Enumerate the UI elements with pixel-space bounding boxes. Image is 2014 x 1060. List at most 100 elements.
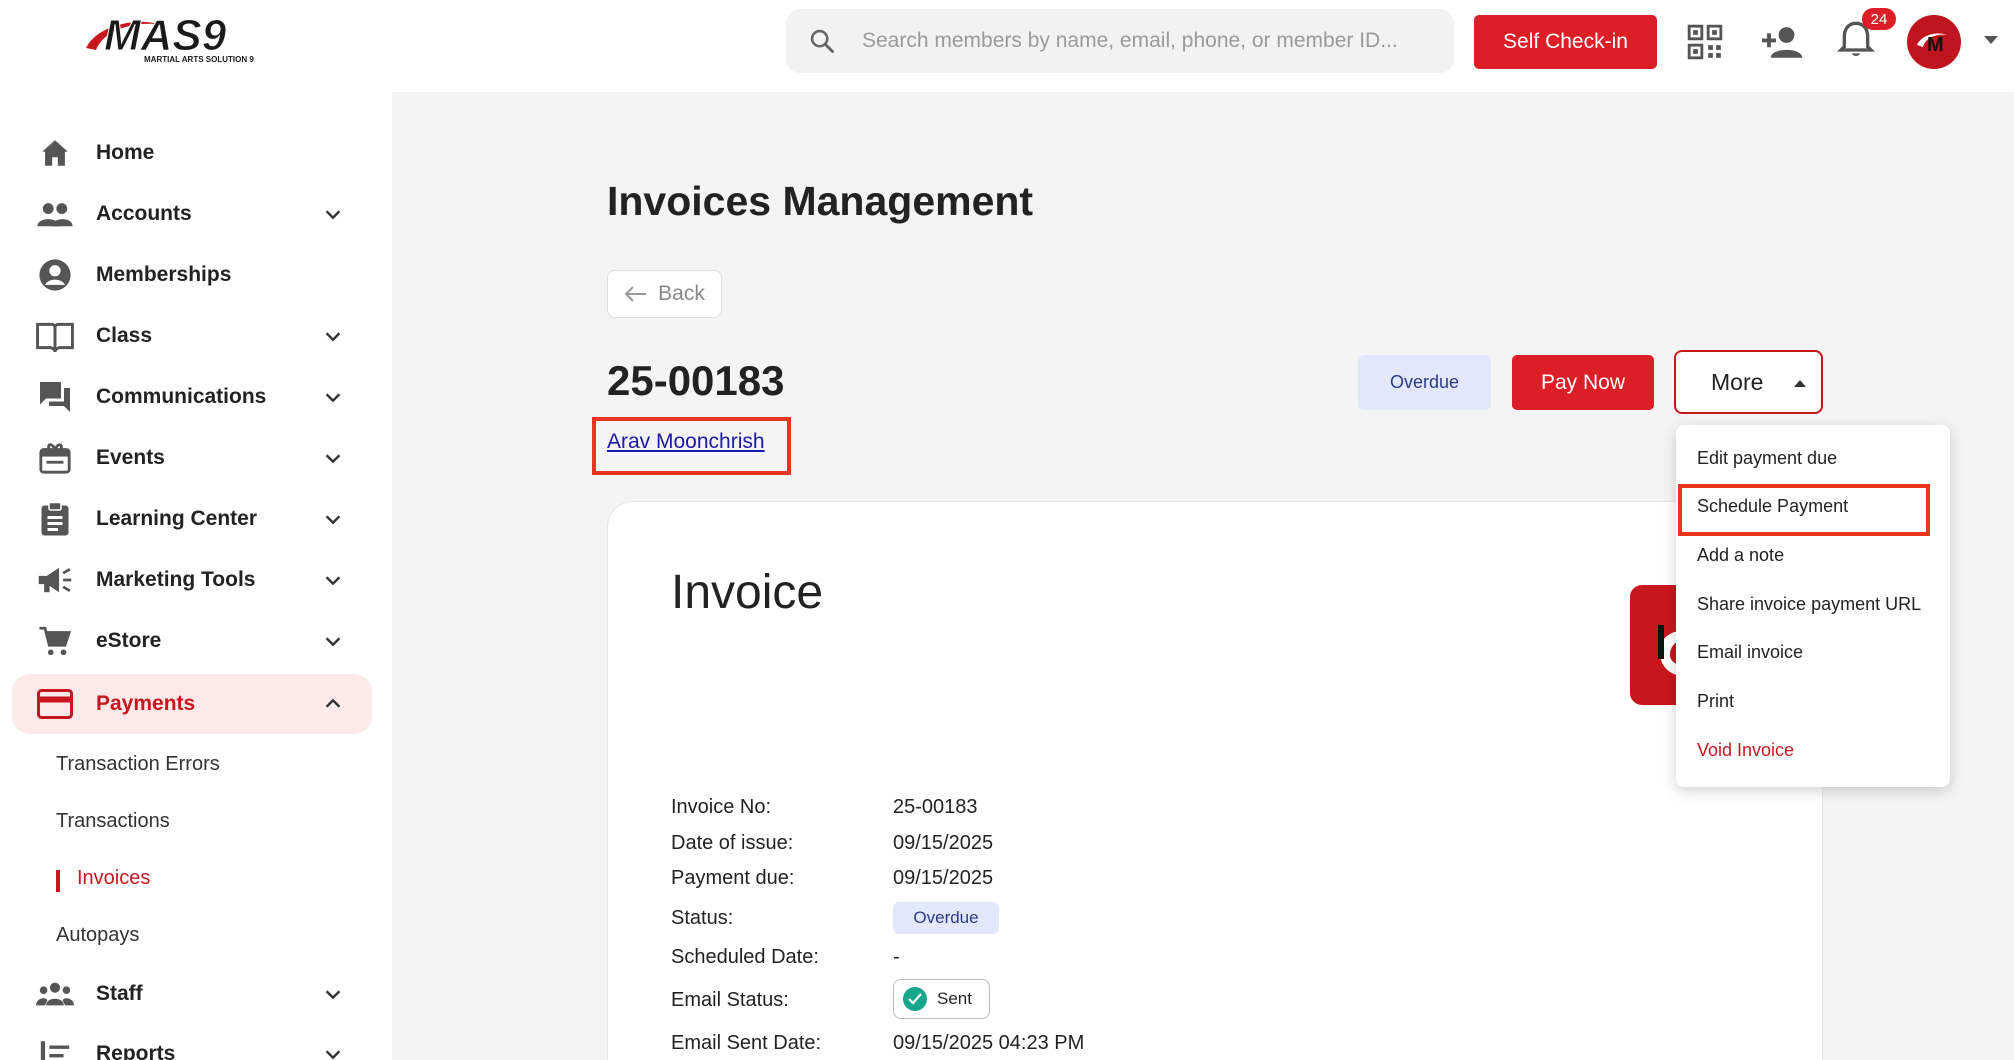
menu-item-void-invoice[interactable]: Void Invoice	[1697, 740, 1794, 761]
sidebar-item-marketing-tools[interactable]: Marketing Tools	[12, 550, 372, 610]
calendar-gift-icon	[36, 439, 74, 477]
sidebar-item-estore[interactable]: eStore	[12, 611, 372, 671]
back-button[interactable]: Back	[607, 270, 722, 318]
sidebar-item-label: Marketing Tools	[96, 568, 256, 591]
payment-due-value: 09/15/2025	[893, 867, 994, 889]
home-icon	[36, 134, 74, 172]
invoice-card-title: Invoice	[671, 566, 824, 619]
menu-item-edit-payment-due[interactable]: Edit payment due	[1697, 448, 1837, 469]
page-title: Invoices Management	[607, 178, 1034, 224]
sidebar-item-label: Staff	[96, 982, 143, 1005]
sidebar-item-communications[interactable]: Communications	[12, 367, 372, 427]
credit-card-icon	[36, 685, 74, 723]
sidebar-item-class[interactable]: Class	[12, 306, 372, 366]
search-icon	[810, 29, 834, 53]
sidebar-item-events[interactable]: Events	[12, 428, 372, 488]
sidebar-item-memberships[interactable]: Memberships	[12, 245, 372, 305]
mas9-logo[interactable]: MAS9 MARTIAL ARTS SOLUTION 9	[78, 10, 292, 70]
caret-up-icon	[1794, 380, 1806, 387]
chevron-down-icon	[325, 990, 341, 1000]
sidebar-item-home[interactable]: Home	[12, 123, 372, 183]
date-of-issue-value: 09/15/2025	[893, 832, 994, 854]
book-icon	[36, 317, 74, 355]
payment-due-label: Payment due:	[671, 867, 795, 889]
cart-icon	[36, 622, 74, 660]
arrow-left-icon	[624, 286, 647, 302]
menu-item-print[interactable]: Print	[1697, 691, 1734, 712]
menu-item-add-note[interactable]: Add a note	[1697, 545, 1784, 566]
active-indicator	[56, 870, 60, 892]
people-icon	[36, 195, 74, 233]
sidebar-item-payments[interactable]: Payments	[12, 674, 372, 734]
chat-icon	[36, 378, 74, 416]
sidebar-subitem-autopays[interactable]: Autopays	[56, 924, 139, 947]
invoice-no-value: 25-00183	[893, 796, 978, 818]
check-circle-icon	[903, 987, 927, 1011]
self-checkin-button[interactable]: Self Check-in	[1474, 15, 1657, 69]
date-of-issue-label: Date of issue:	[671, 832, 794, 854]
sidebar-item-label: Events	[96, 446, 165, 469]
email-sent-date-value: 09/15/2025 04:23 PM	[893, 1032, 1085, 1054]
highlight-box	[592, 417, 791, 475]
notification-count-badge: 24	[1862, 8, 1896, 30]
sidebar-item-label: Communications	[96, 385, 267, 408]
email-status-badge: Sent	[893, 979, 990, 1019]
scheduled-date-label: Scheduled Date:	[671, 946, 819, 968]
sidebar-item-reports[interactable]: Reports	[12, 1024, 372, 1060]
sidebar-subitem-transaction-errors[interactable]: Transaction Errors	[56, 753, 220, 776]
chevron-up-icon	[325, 698, 341, 708]
sidebar-subitem-invoices[interactable]: Invoices	[77, 867, 150, 890]
chevron-down-icon[interactable]	[1984, 36, 1998, 44]
megaphone-icon	[36, 561, 74, 599]
add-person-icon[interactable]	[1760, 21, 1806, 63]
sidebar-item-learning-center[interactable]: Learning Center	[12, 489, 372, 549]
qr-code-icon[interactable]	[1686, 23, 1724, 61]
sidebar-item-staff[interactable]: Staff	[12, 964, 372, 1024]
invoice-no-label: Invoice No:	[671, 796, 772, 818]
logo-text: MAS9	[104, 11, 227, 60]
chevron-down-icon	[325, 332, 341, 342]
sidebar-item-label: Learning Center	[96, 507, 258, 530]
chevron-down-icon	[325, 576, 341, 586]
status-badge: Overdue	[1358, 355, 1491, 410]
status-label: Status:	[671, 907, 734, 929]
chevron-down-icon	[325, 393, 341, 403]
menu-item-email-invoice[interactable]: Email invoice	[1697, 642, 1803, 663]
sidebar-item-label: Home	[96, 141, 155, 164]
highlight-box	[1678, 484, 1930, 536]
email-sent-date-label: Email Sent Date:	[671, 1032, 822, 1054]
sidebar-item-label: Payments	[96, 692, 196, 715]
search-input[interactable]	[862, 29, 1422, 53]
clipboard-icon	[36, 500, 74, 538]
sidebar-item-accounts[interactable]: Accounts	[12, 184, 372, 244]
status-value-badge: Overdue	[893, 902, 999, 934]
sidebar-item-label: Memberships	[96, 263, 232, 286]
pay-now-button[interactable]: Pay Now	[1512, 355, 1654, 410]
more-menu: Edit payment due Schedule Payment Add a …	[1676, 425, 1950, 787]
invoice-number-heading: 25-00183	[607, 357, 785, 404]
chevron-down-icon	[325, 454, 341, 464]
email-status-label: Email Status:	[671, 989, 789, 1011]
chevron-down-icon	[325, 210, 341, 220]
avatar[interactable]: M	[1907, 15, 1961, 69]
chevron-down-icon	[325, 515, 341, 525]
chevron-down-icon	[325, 1050, 341, 1060]
sidebar-item-label: Reports	[96, 1042, 176, 1060]
group-icon	[36, 975, 74, 1013]
sidebar-subitem-transactions[interactable]: Transactions	[56, 810, 170, 833]
account-circle-icon	[36, 256, 74, 294]
email-status-value: Sent	[937, 989, 972, 1008]
back-label: Back	[658, 282, 705, 305]
top-header: MAS9 MARTIAL ARTS SOLUTION 9 Self Check-…	[0, 0, 2014, 92]
scheduled-date-value: -	[893, 946, 900, 968]
sidebar: Home Accounts Memberships Class Communic…	[0, 92, 392, 1060]
chevron-down-icon	[325, 637, 341, 647]
member-search[interactable]	[786, 9, 1454, 73]
more-label: More	[1711, 368, 1764, 395]
list-icon	[36, 1035, 74, 1060]
svg-text:M: M	[1927, 34, 1944, 56]
logo-subtext: MARTIAL ARTS SOLUTION 9	[144, 55, 254, 64]
more-button[interactable]: More	[1674, 350, 1823, 414]
menu-item-share-payment-url[interactable]: Share invoice payment URL	[1697, 594, 1921, 615]
sidebar-item-label: Accounts	[96, 202, 192, 225]
